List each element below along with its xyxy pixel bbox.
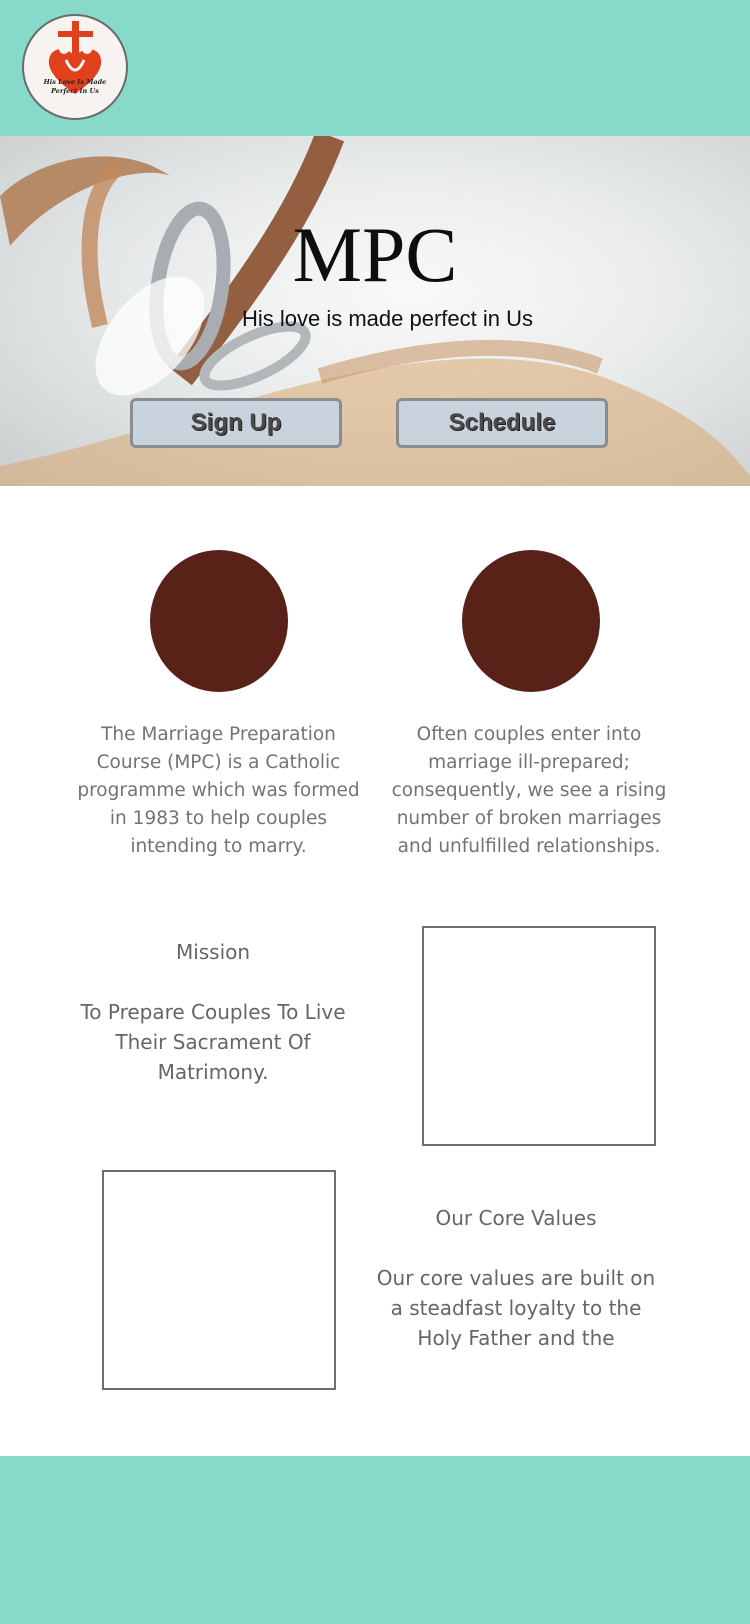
- intro-right-text: Often couples enter into marriage ill-pr…: [391, 724, 667, 857]
- intro-left-circle-image: [150, 550, 288, 692]
- mission-text: To Prepare Couples To Live Their Sacrame…: [80, 1000, 346, 1084]
- schedule-button[interactable]: Schedule: [396, 398, 608, 448]
- core-values-text: Our core values are built on a steadfast…: [376, 1266, 656, 1350]
- core-values-heading: Our Core Values: [435, 1206, 597, 1230]
- core-values-image-placeholder: [102, 1170, 336, 1390]
- mission-heading: Mission: [175, 940, 251, 964]
- footer-bar: [0, 1456, 750, 1624]
- hero-subtitle: His love is made perfect in Us: [242, 306, 533, 331]
- site-logo[interactable]: His Love Is Made Perfect In Us: [22, 14, 128, 120]
- hero-banner: MPC His love is made perfect in Us Sign …: [0, 136, 750, 486]
- logo-tagline-line1: His Love Is Made: [43, 78, 107, 86]
- sign-up-button[interactable]: Sign Up: [130, 398, 342, 448]
- mission-image-placeholder: [422, 926, 656, 1146]
- logo-tagline: His Love Is Made Perfect In Us: [24, 78, 126, 96]
- intro-right-circle-image: [462, 550, 600, 692]
- hero-title: MPC: [292, 211, 458, 298]
- logo-tagline-line2: Perfect In Us: [51, 87, 99, 95]
- top-header-bar: His Love Is Made Perfect In Us: [0, 0, 750, 136]
- intro-left-text: The Marriage Preparation Course (MPC) is…: [77, 724, 360, 857]
- cross-heart-logo-icon: [48, 21, 102, 94]
